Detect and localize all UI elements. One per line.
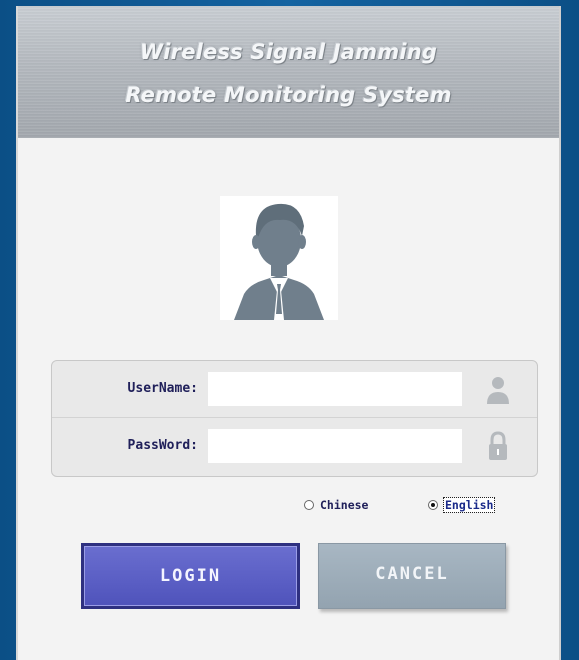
title-line-2: Remote Monitoring System <box>125 83 452 107</box>
password-row: PassWord: <box>52 418 537 474</box>
password-input[interactable] <box>208 429 462 463</box>
credentials-panel: UserName: PassWord: <box>51 360 538 477</box>
language-option-chinese[interactable]: Chinese <box>304 495 368 515</box>
title-line-1: Wireless Signal Jamming <box>139 40 438 64</box>
login-button[interactable]: LOGIN <box>81 543 300 609</box>
login-window: Wireless Signal Jamming Remote Monitorin… <box>16 6 561 660</box>
cancel-button[interactable]: CANCEL <box>318 543 506 609</box>
language-option-english[interactable]: English <box>428 495 496 515</box>
english-radio[interactable] <box>428 500 438 510</box>
password-label: PassWord: <box>127 438 198 453</box>
username-label: UserName: <box>127 381 198 396</box>
chinese-radio[interactable] <box>304 500 314 510</box>
username-row: UserName: <box>52 361 537 418</box>
username-input[interactable] <box>208 372 462 406</box>
lock-icon <box>478 430 518 464</box>
chinese-label: Chinese <box>320 498 369 512</box>
user-avatar-icon <box>220 196 338 320</box>
title-banner: Wireless Signal Jamming Remote Monitorin… <box>18 6 559 138</box>
user-icon <box>478 373 518 407</box>
english-label: English <box>442 497 496 513</box>
